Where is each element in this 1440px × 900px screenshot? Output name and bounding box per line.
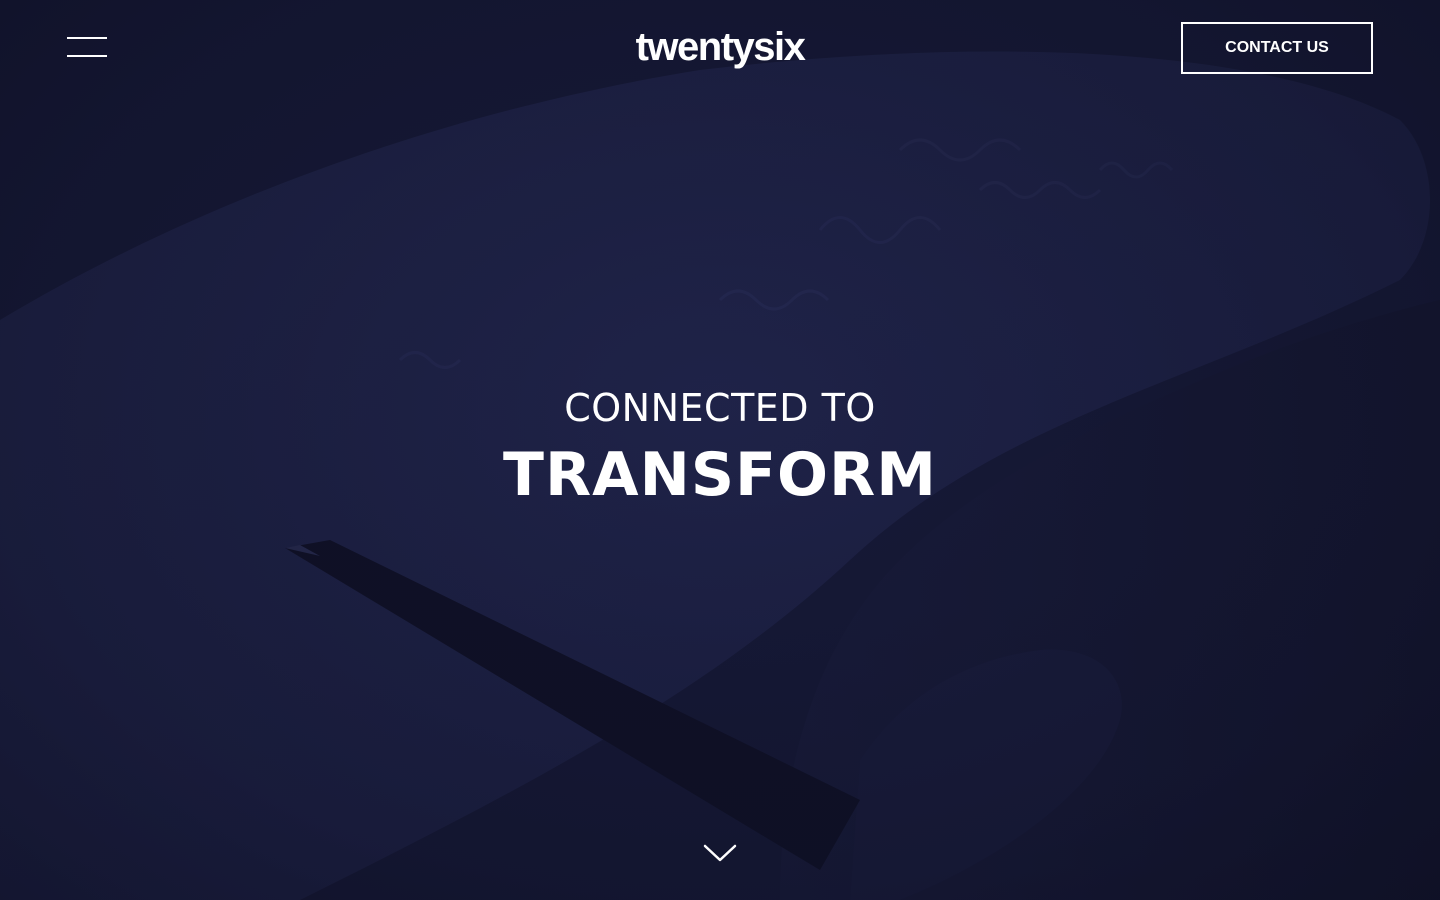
menu-button[interactable] [64,30,110,64]
menu-bar-bottom [67,55,107,57]
site-logo[interactable]: twentysix [560,22,880,72]
contact-us-button[interactable]: CONTACT US [1181,22,1373,74]
scroll-down-button[interactable] [700,838,740,868]
headline-line-1: CONNECTED TO [564,386,876,430]
site-header: twentysix CONTACT US [0,0,1440,96]
chevron-down-icon [703,844,737,862]
headline-line-2: TRANSFORM [503,440,937,510]
hero-section: twentysix CONTACT US CONNECTED TO TRANSF… [0,0,1440,900]
hero-headline: CONNECTED TO TRANSFORM [320,382,1120,510]
menu-bar-top [67,37,107,39]
